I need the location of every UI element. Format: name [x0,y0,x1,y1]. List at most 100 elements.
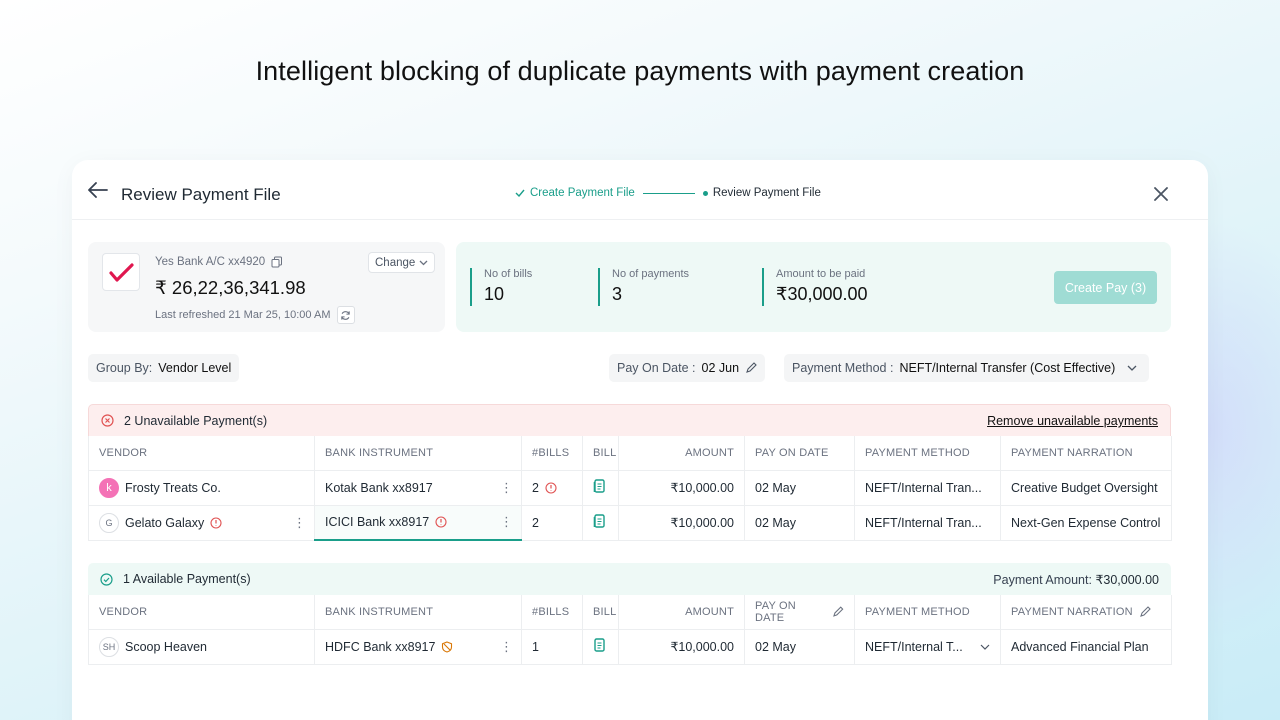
step-create-payment-file[interactable]: Create Payment File [515,187,635,199]
col-vendor[interactable]: VENDOR [88,436,315,471]
vendor-cell: SH Scoop Heaven [88,629,315,665]
bank-account-card: Yes Bank A/C xx4920 Change ₹ 26,22,36,34… [88,242,445,332]
chevron-down-icon [419,260,428,265]
chevron-down-icon[interactable] [980,644,990,650]
vendor-name: Gelato Galaxy [125,515,205,530]
group-by-select[interactable]: Group By: Vendor Level [88,354,240,382]
bill-doc-cell[interactable] [582,470,619,506]
table-header-row: VENDOR BANK INSTRUMENT #BILLS BILL AMOUN… [88,595,1172,630]
col-amount[interactable]: AMOUNT [618,595,745,630]
close-icon[interactable] [1154,187,1168,201]
col-payment-narration-label: PAYMENT NARRATION [1011,605,1133,618]
stat-payments-label: No of payments [612,268,690,280]
payment-method-cell[interactable]: NEFT/Internal Tran... [854,505,1001,541]
col-bills[interactable]: #BILLS [521,595,583,630]
step-label: Review Payment File [712,187,821,199]
payment-method-label: Payment Method : [792,361,894,375]
vendor-name: Frosty Treats Co. [125,480,221,495]
table-row: G Gelato Galaxy ⋮ ICICI Bank xx8917 ⋮ 2 [88,505,1172,541]
more-options-icon[interactable]: ⋮ [500,639,513,655]
col-bill[interactable]: BILL [582,595,619,630]
pay-on-date-value: 02 Jun [701,361,740,375]
bank-logo [102,253,140,291]
bank-account-name: Yes Bank A/C xx4920 [155,256,283,268]
remove-unavailable-link[interactable]: Remove unavailable payments [987,414,1158,428]
payment-narration-cell[interactable]: Creative Budget Oversight [1000,470,1172,506]
document-icon[interactable] [593,513,606,529]
col-payment-method[interactable]: PAYMENT METHOD [854,595,1001,630]
payment-method-select[interactable]: Payment Method : NEFT/Internal Transfer … [784,354,1150,382]
more-options-icon[interactable]: ⋮ [500,514,513,530]
col-payment-method[interactable]: PAYMENT METHOD [854,436,1001,471]
edit-pencil-icon[interactable] [832,606,844,618]
step-connector [642,192,695,194]
more-options-icon[interactable]: ⋮ [500,480,513,496]
available-table: VENDOR BANK INSTRUMENT #BILLS BILL AMOUN… [88,595,1172,665]
col-payment-narration[interactable]: PAYMENT NARRATION [1000,436,1172,471]
col-bank-instrument[interactable]: BANK INSTRUMENT [314,595,522,630]
payment-amount-value: ₹30,000.00 [1095,573,1159,587]
refresh-icon [341,310,350,320]
stat-amount-value: ₹30,000.00 [776,284,868,304]
step-review-payment-file: Review Payment File [702,187,821,199]
stat-payments-value: 3 [612,284,623,304]
create-pay-button[interactable]: Create Pay (3) [1054,271,1157,304]
warning-icon[interactable] [435,516,447,528]
refresh-button[interactable] [336,306,355,324]
vendor-avatar: G [99,512,119,533]
document-icon[interactable] [593,637,606,653]
bank-instrument-value: Kotak Bank xx8917 [325,480,433,495]
back-arrow-icon[interactable] [88,182,108,198]
unavailable-header: 2 Unavailable Payment(s) Remove unavaila… [88,404,1171,436]
payment-narration-cell[interactable]: Next-Gen Expense Control [1000,505,1172,541]
col-pay-on-date[interactable]: PAY ON DATE [744,436,855,471]
bank-instrument-value: HDFC Bank xx8917 [325,639,436,654]
document-icon[interactable] [593,478,606,494]
payment-amount-summary: Payment Amount: ₹30,000.00 [993,572,1159,587]
col-payment-narration-editable[interactable]: PAYMENT NARRATION [1000,595,1172,630]
col-bank-instrument[interactable]: BANK INSTRUMENT [314,436,522,471]
bills-count-cell: 2 [521,470,583,506]
payment-method-cell[interactable]: NEFT/Internal Tran... [854,470,1001,506]
col-pay-on-date-editable[interactable]: PAY ON DATE [744,595,855,630]
unavailable-title: 2 Unavailable Payment(s) [124,413,268,428]
bill-doc-cell[interactable] [582,505,619,541]
stepper: Create Payment File Review Payment File [515,187,821,199]
bank-instrument-cell[interactable]: Kotak Bank xx8917 ⋮ [314,470,522,506]
payment-narration-cell[interactable]: Advanced Financial Plan [1000,629,1172,665]
stat-bills-label: No of bills [484,268,533,280]
bills-count-cell: 1 [521,629,583,665]
amount-cell: ₹10,000.00 [618,505,745,541]
stat-payments: No of payments 3 [598,268,689,306]
available-header: 1 Available Payment(s) Payment Amount: ₹… [88,563,1171,595]
pay-on-date-cell: 02 May [744,505,855,541]
warning-icon[interactable] [545,481,557,494]
vendor-avatar: k [99,477,119,498]
bank-instrument-cell[interactable]: ICICI Bank xx8917 ⋮ [314,505,522,541]
edit-pencil-icon[interactable] [1139,605,1151,618]
col-bill[interactable]: BILL [582,436,619,471]
edit-pencil-icon[interactable] [745,362,757,374]
current-step-dot-icon [702,190,708,196]
pay-on-date-field[interactable]: Pay On Date : 02 Jun [609,354,766,382]
col-bills[interactable]: #BILLS [521,436,583,471]
headline: Intelligent blocking of duplicate paymen… [255,56,1025,86]
col-amount[interactable]: AMOUNT [618,436,745,471]
change-account-button[interactable]: Change [368,252,436,273]
vendor-cell: k Frosty Treats Co. [88,470,315,506]
vendor-avatar: SH [99,636,119,657]
pay-on-date-cell[interactable]: 02 May [744,629,855,665]
payment-method-value: NEFT/Internal Transfer (Cost Effective) [899,361,1116,375]
group-by-value: Vendor Level [158,361,232,375]
amount-cell: ₹10,000.00 [618,629,745,665]
payment-method-cell[interactable]: NEFT/Internal T... [854,629,1001,665]
bank-instrument-cell[interactable]: HDFC Bank xx8917 ⋮ [314,629,522,665]
col-vendor[interactable]: VENDOR [88,595,315,630]
step-label: Create Payment File [530,187,635,199]
more-options-icon[interactable]: ⋮ [293,515,306,531]
warning-icon[interactable] [210,516,222,529]
page-title: Review Payment File [121,185,281,204]
bill-doc-cell[interactable] [582,629,619,665]
shield-warning-icon[interactable] [441,640,453,653]
copy-icon[interactable] [271,256,283,268]
